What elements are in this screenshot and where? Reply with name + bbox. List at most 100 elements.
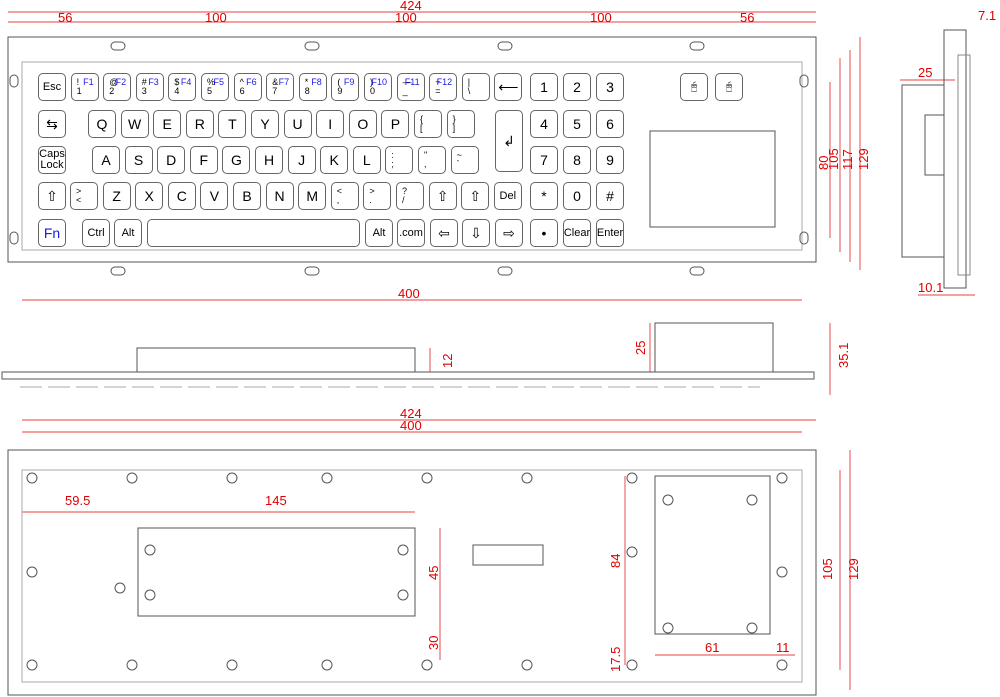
key[interactable]: — _ F11 xyxy=(396,73,425,101)
key[interactable]: H xyxy=(255,146,283,174)
key[interactable]: }] xyxy=(446,110,475,138)
key[interactable]: Esc xyxy=(38,73,66,101)
key[interactable]: ⇦ xyxy=(430,219,458,247)
key[interactable]: K xyxy=(320,146,349,174)
key[interactable]: .com xyxy=(397,219,425,247)
key[interactable]: ? / xyxy=(396,182,424,210)
key[interactable]: | \ xyxy=(461,73,490,101)
key[interactable]: % 5 F5 xyxy=(201,73,229,101)
key[interactable]: 8 xyxy=(563,146,591,174)
side-view-housing xyxy=(901,84,945,258)
key[interactable]: ⇨ xyxy=(495,219,523,247)
key[interactable]: ) 0 F10 xyxy=(364,73,392,101)
key[interactable]: N xyxy=(265,182,294,210)
key[interactable]: ⟵ xyxy=(494,73,523,101)
key[interactable]: & 7 F7 xyxy=(266,73,295,101)
key[interactable]: + = F12 xyxy=(429,73,458,101)
key[interactable]: Ctrl xyxy=(82,219,110,247)
key[interactable]: I xyxy=(316,110,345,138)
key[interactable]: R xyxy=(185,110,214,138)
dim-front-35.1: 35.1 xyxy=(836,343,851,368)
key[interactable]: 3 xyxy=(596,73,624,101)
key[interactable]: <, xyxy=(330,182,359,210)
key[interactable]: ⇧ xyxy=(461,182,490,210)
key[interactable]: A xyxy=(92,146,120,174)
key[interactable]: > < xyxy=(70,182,98,210)
key[interactable]: Del xyxy=(493,182,522,210)
key[interactable]: 1 xyxy=(530,73,558,101)
key[interactable]: ↲ xyxy=(495,110,523,172)
key[interactable]: E xyxy=(153,110,182,138)
key[interactable] xyxy=(147,219,360,247)
key[interactable]: $4 F4 xyxy=(168,73,197,101)
key[interactable]: ~ ` xyxy=(450,146,479,174)
key[interactable]: >. xyxy=(363,182,392,210)
key[interactable]: Z xyxy=(102,182,131,210)
key[interactable]: (9 F9 xyxy=(331,73,360,101)
key[interactable]: C xyxy=(167,182,196,210)
key[interactable]: Caps Lock xyxy=(38,146,66,174)
key[interactable]: Q xyxy=(88,110,116,138)
key[interactable]: W xyxy=(120,110,149,138)
key[interactable]: P xyxy=(381,110,410,138)
key[interactable]: ⇧ xyxy=(38,182,66,210)
key[interactable]: 9 xyxy=(596,146,624,174)
key[interactable]: ^ 6 F6 xyxy=(233,73,262,101)
key[interactable]: Enter xyxy=(596,219,624,247)
dim-side-25: 25 xyxy=(918,65,932,80)
key[interactable]: Fn xyxy=(38,219,66,247)
key[interactable]: B xyxy=(233,182,261,210)
key[interactable]: U xyxy=(283,110,312,138)
key[interactable]: ", xyxy=(418,146,446,174)
key[interactable]: O xyxy=(348,110,377,138)
dim-rear-400: 400 xyxy=(400,418,422,433)
key-label: E xyxy=(162,115,172,132)
key[interactable]: V xyxy=(200,182,229,210)
key[interactable]: Alt xyxy=(365,219,393,247)
key[interactable]: :; xyxy=(385,146,414,174)
key-label: G xyxy=(230,151,242,168)
key[interactable]: L xyxy=(352,146,381,174)
key-label: / xyxy=(402,195,405,205)
key[interactable]: Clear xyxy=(563,219,591,247)
key[interactable]: 4 xyxy=(530,110,558,138)
key[interactable]: G xyxy=(222,146,251,174)
key[interactable]: J xyxy=(287,146,316,174)
key[interactable]: {[ xyxy=(414,110,442,138)
key-label: 5 xyxy=(573,115,581,132)
key[interactable]: • xyxy=(530,219,558,247)
dim-top-100-3: 100 xyxy=(590,10,612,25)
key[interactable]: D xyxy=(157,146,186,174)
key[interactable]: 7 xyxy=(530,146,558,174)
key[interactable]: ⇩ xyxy=(462,219,490,247)
mouse-left-click-button[interactable]: 🖰 xyxy=(680,73,708,101)
mouse-right-click-button[interactable]: 🖰 xyxy=(715,73,743,101)
key[interactable]: ⇆ xyxy=(38,110,66,138)
rear-connector xyxy=(472,544,544,566)
key[interactable]: Alt xyxy=(114,219,142,247)
key[interactable]: T xyxy=(218,110,247,138)
key[interactable]: ! 1 F1 xyxy=(70,73,99,101)
key[interactable]: * xyxy=(530,182,558,210)
key[interactable]: 5 xyxy=(563,110,591,138)
key[interactable]: F xyxy=(189,146,218,174)
key-label: 1 xyxy=(76,86,82,96)
dim-front-12: 12 xyxy=(440,354,455,368)
key[interactable]: X xyxy=(135,182,164,210)
key[interactable]: 0 xyxy=(563,182,591,210)
key[interactable]: S xyxy=(124,146,153,174)
front-view-panel xyxy=(1,371,815,380)
key[interactable]: #3 F3 xyxy=(135,73,164,101)
key[interactable]: ⇧ xyxy=(428,182,457,210)
key[interactable]: 2 xyxy=(563,73,591,101)
key-label: 9 xyxy=(337,86,343,96)
touchpad[interactable] xyxy=(649,130,776,228)
key[interactable]: M xyxy=(298,182,327,210)
dim-top-129: 129 xyxy=(856,148,871,170)
key[interactable]: 6 xyxy=(596,110,624,138)
key-label: ⇨ xyxy=(503,224,515,241)
key[interactable]: # xyxy=(596,182,624,210)
key[interactable]: @2 F2 xyxy=(103,73,132,101)
key[interactable]: Y xyxy=(251,110,279,138)
key[interactable]: * 8 F8 xyxy=(298,73,327,101)
